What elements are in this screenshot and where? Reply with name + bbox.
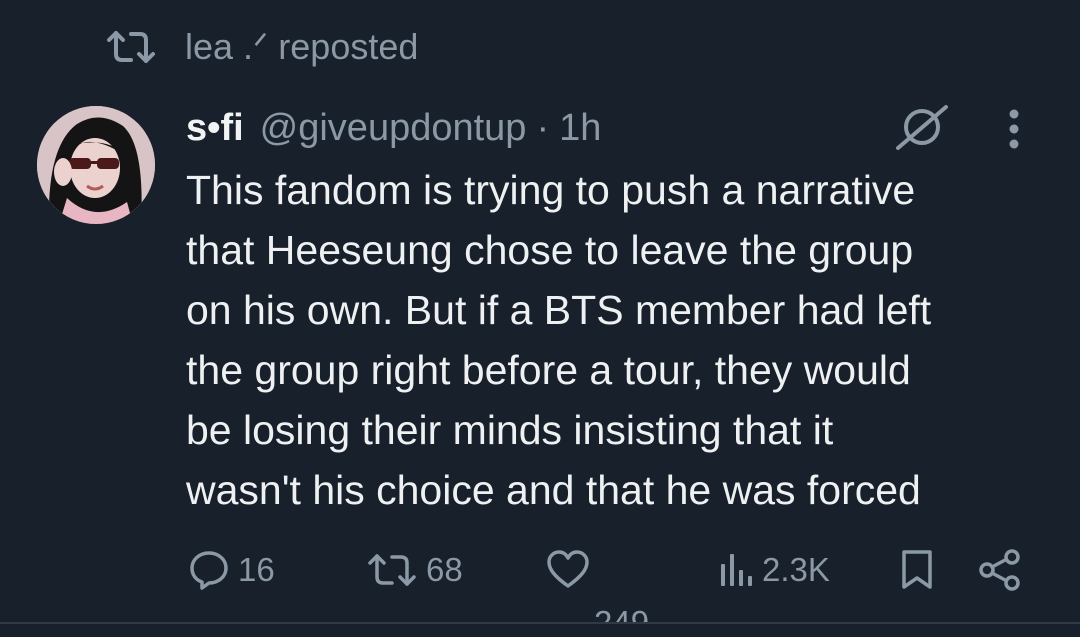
post-time[interactable]: 1h bbox=[559, 107, 601, 150]
display-name[interactable]: s•fi bbox=[186, 107, 244, 150]
separator-dot: · bbox=[536, 106, 550, 149]
repost-count: 68 bbox=[426, 551, 463, 588]
view-count: 2.3K bbox=[762, 551, 830, 588]
action-bar: 16 68 2.3K bbox=[0, 540, 1080, 600]
repost-button[interactable]: 68 bbox=[366, 540, 463, 600]
reply-button[interactable]: 16 bbox=[188, 540, 275, 600]
views-button[interactable]: 2.3K bbox=[718, 540, 830, 600]
reply-count: 16 bbox=[238, 551, 275, 588]
repost-label: lea .ᐟ reposted bbox=[185, 26, 419, 67]
repost-indicator[interactable]: lea .ᐟ reposted bbox=[105, 22, 418, 72]
avatar[interactable] bbox=[37, 106, 155, 224]
grok-icon[interactable] bbox=[894, 104, 950, 150]
like-icon bbox=[546, 550, 590, 590]
reply-icon bbox=[188, 549, 230, 591]
share-icon bbox=[978, 548, 1022, 592]
user-handle[interactable]: @giveupdontup bbox=[260, 107, 527, 150]
more-icon[interactable] bbox=[1007, 108, 1021, 150]
like-count: 249 bbox=[594, 604, 650, 624]
bookmark-icon bbox=[900, 549, 934, 591]
divider bbox=[0, 622, 1080, 624]
like-button[interactable] bbox=[546, 540, 590, 600]
repost-icon bbox=[366, 553, 418, 587]
repost-icon bbox=[105, 30, 157, 64]
bookmark-button[interactable] bbox=[900, 540, 934, 600]
views-icon bbox=[718, 552, 754, 588]
share-button[interactable] bbox=[978, 540, 1022, 600]
post-text: This fandom is trying to push a narrativ… bbox=[186, 167, 932, 513]
